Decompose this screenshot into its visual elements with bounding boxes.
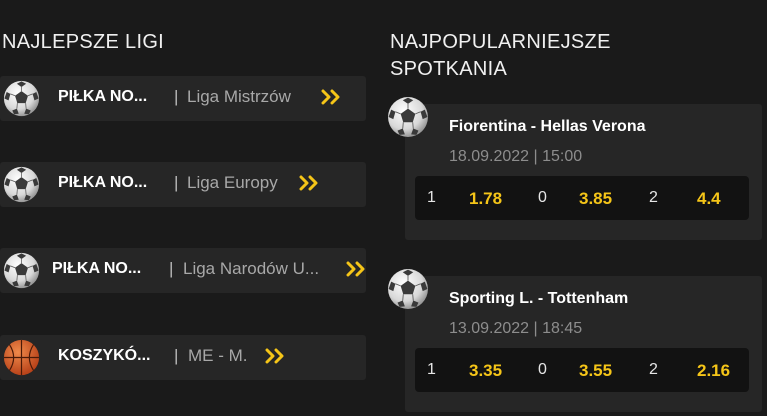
league-name: Liga Europy: [187, 173, 278, 192]
league-sport-label: PIŁKA NO...: [58, 174, 148, 191]
league-name: Liga Narodów U...: [183, 259, 320, 278]
odd-button-away[interactable]: 4.4: [697, 189, 721, 209]
odd-button-draw[interactable]: 3.55: [579, 361, 612, 381]
match-datetime: 18.09.2022 | 15:00: [449, 148, 583, 165]
league-name: Liga Mistrzów: [187, 87, 291, 106]
popular-matches-title: NAJPOPULARNIEJSZE SPOTKANIA: [390, 31, 611, 80]
match-card[interactable]: Sporting L. - Tottenham 13.09.2022 | 18:…: [405, 276, 762, 412]
league-sport-label: PIŁKA NO...: [58, 88, 148, 105]
double-chevron-right-icon[interactable]: [299, 175, 319, 191]
league-separator: |: [174, 87, 179, 106]
match-teams[interactable]: Fiorentina - Hellas Verona: [449, 118, 646, 136]
soccer-ball-icon: [387, 268, 429, 310]
league-separator: |: [174, 173, 179, 192]
match-datetime: 13.09.2022 | 18:45: [449, 320, 583, 337]
odd-button-draw[interactable]: 3.85: [579, 189, 612, 209]
basketball-icon: [3, 339, 40, 376]
league-name: ME - M.: [188, 346, 248, 365]
soccer-ball-icon: [3, 80, 40, 117]
league-separator: |: [169, 259, 174, 278]
double-chevron-right-icon[interactable]: [346, 261, 366, 277]
odd-label-draw: 0: [538, 361, 547, 378]
odds-row: 1 3.35 0 3.55 2 2.16: [415, 348, 749, 392]
double-chevron-right-icon[interactable]: [265, 348, 285, 364]
league-sport-label: PIŁKA NO...: [52, 260, 142, 277]
double-chevron-right-icon[interactable]: [321, 89, 341, 105]
odds-row: 1 1.78 0 3.85 2 4.4: [415, 176, 749, 220]
odd-label-away: 2: [649, 189, 658, 206]
soccer-ball-icon: [3, 252, 40, 289]
league-separator: |: [174, 346, 179, 365]
soccer-ball-icon: [3, 166, 40, 203]
league-item-basketball-me[interactable]: KOSZYKÓ... | ME - M.: [0, 335, 366, 380]
league-item-champions-league[interactable]: PIŁKA NO... | Liga Mistrzów: [0, 76, 366, 121]
league-item-nations-league[interactable]: PIŁKA NO... | Liga Narodów U...: [0, 248, 366, 293]
odd-button-away[interactable]: 2.16: [697, 361, 730, 381]
odd-button-home[interactable]: 3.35: [469, 361, 502, 381]
odd-button-home[interactable]: 1.78: [469, 189, 502, 209]
league-sport-label: KOSZYKÓ...: [58, 347, 151, 364]
match-teams[interactable]: Sporting L. - Tottenham: [449, 290, 628, 308]
soccer-ball-icon: [387, 96, 429, 138]
odd-label-home: 1: [427, 189, 436, 206]
league-item-europa-league[interactable]: PIŁKA NO... | Liga Europy: [0, 162, 366, 207]
odd-label-draw: 0: [538, 189, 547, 206]
match-card[interactable]: Fiorentina - Hellas Verona 18.09.2022 | …: [405, 104, 762, 240]
odd-label-home: 1: [427, 361, 436, 378]
odd-label-away: 2: [649, 361, 658, 378]
top-leagues-title: NAJLEPSZE LIGI: [2, 31, 165, 53]
